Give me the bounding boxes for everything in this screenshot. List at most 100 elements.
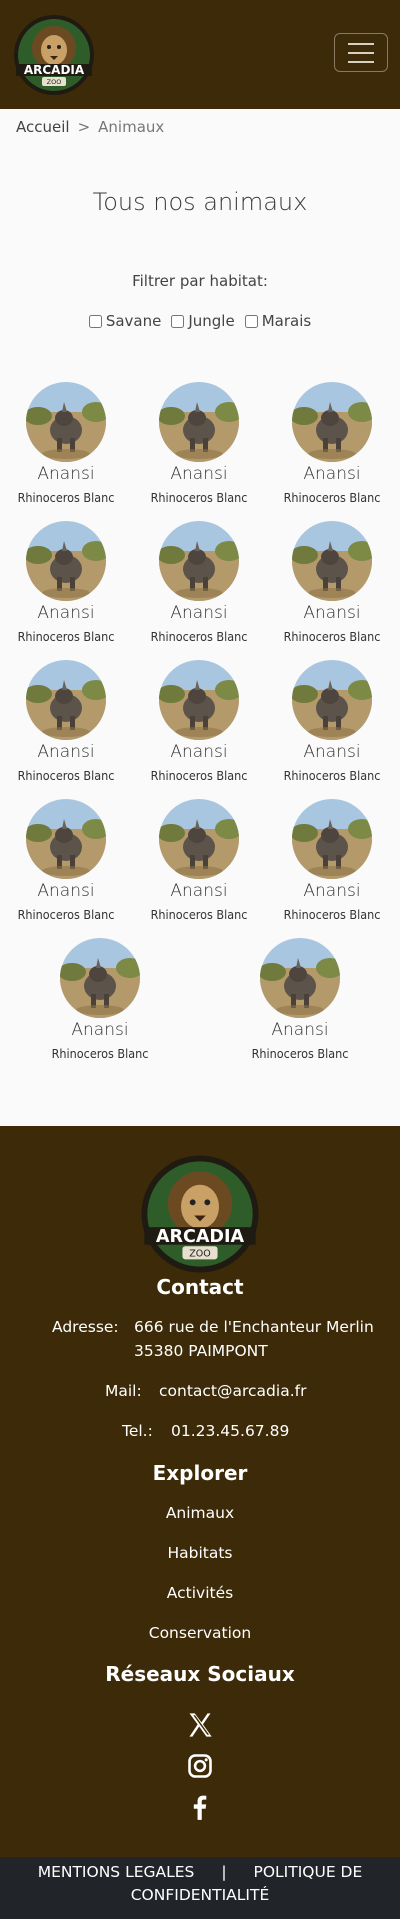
- animal-species: Rhinoceros Blanc: [283, 907, 381, 922]
- animal-avatar[interactable]: [260, 938, 340, 1018]
- animal-card[interactable]: Anansi Rhinoceros Blanc: [235, 938, 365, 1061]
- animal-name: Anansi: [170, 603, 228, 623]
- tel-value[interactable]: 01.23.45.67.89: [171, 1422, 289, 1440]
- breadcrumb-home-link[interactable]: Accueil: [16, 118, 70, 136]
- animal-avatar[interactable]: [159, 382, 239, 462]
- rhinoceros-photo: [292, 660, 372, 740]
- animal-species: Rhinoceros Blanc: [17, 907, 115, 922]
- facebook-icon[interactable]: [186, 1793, 214, 1821]
- animal-species: Rhinoceros Blanc: [17, 490, 115, 505]
- animal-card[interactable]: Anansi Rhinoceros Blanc: [35, 938, 165, 1061]
- animal-avatar[interactable]: [292, 521, 372, 601]
- legal-divider: |: [221, 1863, 227, 1881]
- animal-card[interactable]: Anansi Rhinoceros Blanc: [134, 660, 264, 783]
- animal-avatar[interactable]: [292, 382, 372, 462]
- animal-avatar[interactable]: [292, 799, 372, 879]
- animal-name: Anansi: [303, 881, 361, 901]
- rhinoceros-photo: [159, 382, 239, 462]
- animal-card[interactable]: Anansi Rhinoceros Blanc: [1, 660, 131, 783]
- rhinoceros-photo: [292, 382, 372, 462]
- animal-name: Anansi: [37, 603, 95, 623]
- animal-name: Anansi: [71, 1020, 129, 1040]
- animal-name: Anansi: [170, 464, 228, 484]
- footer-link-animaux[interactable]: Animaux: [0, 1504, 400, 1522]
- privacy-link-line1[interactable]: POLITIQUE DE: [254, 1863, 363, 1881]
- contact-heading: Contact: [156, 1275, 244, 1299]
- footer-link-habitats[interactable]: Habitats: [0, 1544, 400, 1562]
- breadcrumb: Accueil > Animaux: [16, 118, 164, 136]
- footer-link-conservation[interactable]: Conservation: [0, 1624, 400, 1642]
- instagram-icon[interactable]: [186, 1752, 214, 1780]
- rhinoceros-photo: [260, 938, 340, 1018]
- breadcrumb-current: Animaux: [98, 118, 165, 136]
- arcadia-zoo-footer-logo: ARCADIA ZOO: [141, 1155, 259, 1273]
- address-line1: 666 rue de l'Enchanteur Merlin: [134, 1318, 374, 1336]
- animal-species: Rhinoceros Blanc: [251, 1046, 349, 1061]
- animal-avatar[interactable]: [60, 938, 140, 1018]
- animal-avatar[interactable]: [159, 660, 239, 740]
- menu-bar-icon: [348, 51, 374, 54]
- rhinoceros-photo: [26, 382, 106, 462]
- animal-card[interactable]: Anansi Rhinoceros Blanc: [1, 521, 131, 644]
- page-title: Tous nos animaux: [92, 188, 308, 216]
- filter-savane-checkbox[interactable]: [88, 314, 102, 328]
- animal-avatar[interactable]: [159, 521, 239, 601]
- animal-card[interactable]: Anansi Rhinoceros Blanc: [1, 382, 131, 505]
- filter-label: Filtrer par habitat:: [132, 272, 268, 290]
- animal-avatar[interactable]: [292, 660, 372, 740]
- site-header: ARCADIA ZOO: [0, 0, 400, 109]
- footer-link-activites[interactable]: Activités: [0, 1584, 400, 1602]
- animal-name: Anansi: [37, 464, 95, 484]
- animal-name: Anansi: [170, 742, 228, 762]
- rhinoceros-photo: [159, 521, 239, 601]
- animal-avatar[interactable]: [26, 382, 106, 462]
- filter-savane-label: Savane: [105, 312, 162, 330]
- animal-avatar[interactable]: [26, 521, 106, 601]
- rhinoceros-photo: [159, 660, 239, 740]
- mentions-legales-link[interactable]: MENTIONS LEGALES: [38, 1863, 195, 1881]
- filter-savane[interactable]: Savane: [88, 312, 162, 330]
- animal-name: Anansi: [37, 742, 95, 762]
- rhinoceros-photo: [26, 521, 106, 601]
- mail-link[interactable]: contact@arcadia.fr: [159, 1382, 306, 1400]
- habitat-filters: Savane Jungle Marais: [0, 312, 400, 330]
- animal-card[interactable]: Anansi Rhinoceros Blanc: [134, 382, 264, 505]
- rhinoceros-photo: [60, 938, 140, 1018]
- animal-name: Anansi: [170, 881, 228, 901]
- filter-jungle-checkbox[interactable]: [171, 314, 185, 328]
- animal-avatar[interactable]: [26, 660, 106, 740]
- explore-heading: Explorer: [152, 1461, 248, 1485]
- site-footer: ARCADIA ZOO Contact Adresse: 666 rue de …: [0, 1126, 400, 1857]
- animal-card[interactable]: Anansi Rhinoceros Blanc: [134, 799, 264, 922]
- animal-species: Rhinoceros Blanc: [17, 629, 115, 644]
- filter-marais-checkbox[interactable]: [244, 314, 258, 328]
- animal-card[interactable]: Anansi Rhinoceros Blanc: [134, 521, 264, 644]
- rhinoceros-photo: [26, 660, 106, 740]
- animal-species: Rhinoceros Blanc: [150, 907, 248, 922]
- social-heading: Réseaux Sociaux: [105, 1662, 295, 1686]
- animal-name: Anansi: [303, 742, 361, 762]
- animal-name: Anansi: [37, 881, 95, 901]
- animal-avatar[interactable]: [159, 799, 239, 879]
- animal-avatar[interactable]: [26, 799, 106, 879]
- filter-jungle[interactable]: Jungle: [171, 312, 235, 330]
- animal-card[interactable]: Anansi Rhinoceros Blanc: [267, 660, 397, 783]
- arcadia-zoo-logo[interactable]: ARCADIA ZOO: [13, 14, 95, 96]
- x-icon[interactable]: [186, 1711, 214, 1739]
- animal-card[interactable]: Anansi Rhinoceros Blanc: [1, 799, 131, 922]
- animal-card[interactable]: Anansi Rhinoceros Blanc: [267, 382, 397, 505]
- filter-jungle-label: Jungle: [188, 312, 235, 330]
- rhinoceros-photo: [159, 799, 239, 879]
- animal-card[interactable]: Anansi Rhinoceros Blanc: [267, 521, 397, 644]
- animal-species: Rhinoceros Blanc: [283, 490, 381, 505]
- hamburger-menu-button[interactable]: [334, 33, 388, 72]
- filter-marais[interactable]: Marais: [244, 312, 312, 330]
- animal-card[interactable]: Anansi Rhinoceros Blanc: [267, 799, 397, 922]
- privacy-link-line2[interactable]: CONFIDENTIALITÉ: [0, 1884, 400, 1907]
- animal-species: Rhinoceros Blanc: [150, 768, 248, 783]
- svg-text:ZOO: ZOO: [47, 78, 62, 86]
- filter-marais-label: Marais: [261, 312, 312, 330]
- animal-name: Anansi: [303, 464, 361, 484]
- legal-bar: MENTIONS LEGALES | POLITIQUE DE CONFIDEN…: [0, 1857, 400, 1919]
- rhinoceros-photo: [292, 799, 372, 879]
